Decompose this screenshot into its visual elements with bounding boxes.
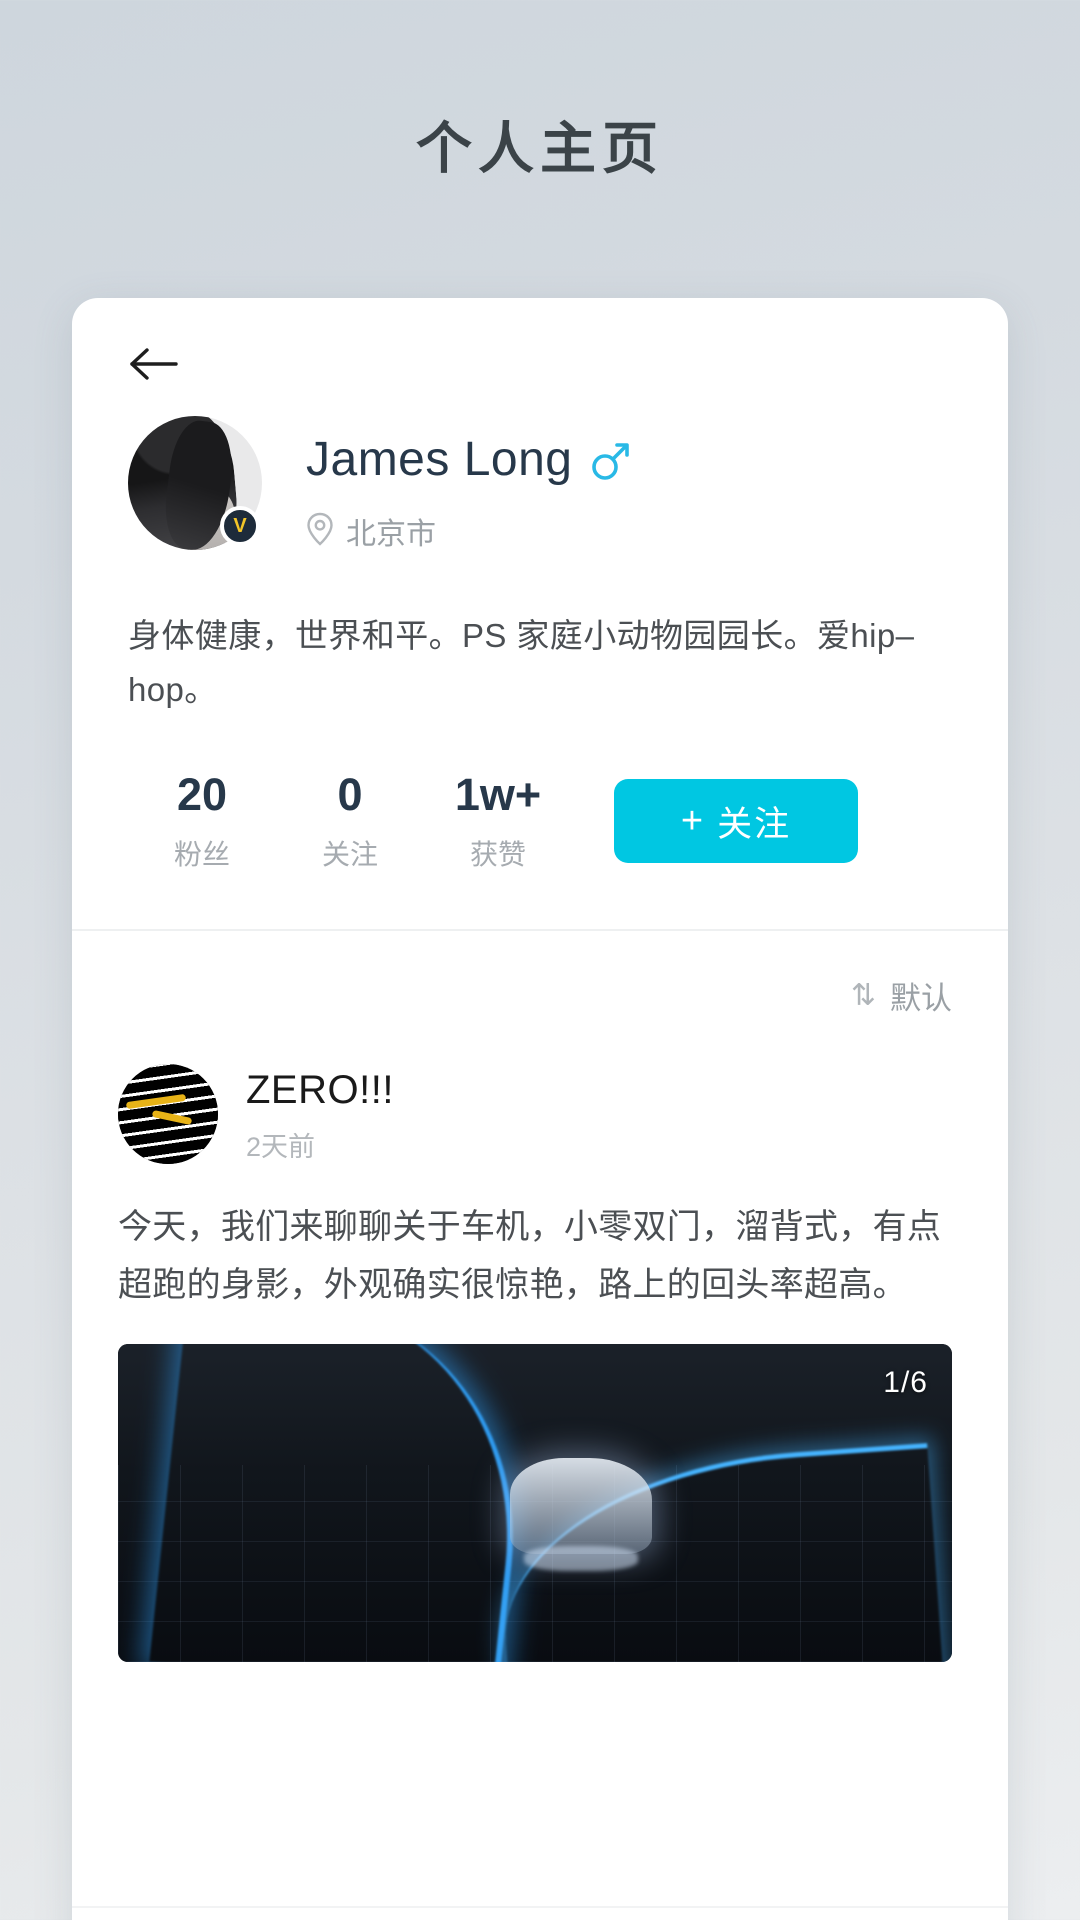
sort-label: 默认: [890, 981, 952, 1016]
verified-badge: V: [220, 506, 260, 546]
stat-followers[interactable]: 20 粉丝: [128, 769, 276, 873]
stat-label: 关注: [321, 839, 378, 870]
follow-button[interactable]: + 关注: [614, 779, 858, 863]
sort-arrows-icon: ⇅: [850, 979, 876, 1012]
male-gender-icon: [589, 437, 631, 483]
location-row: 北京市: [306, 509, 631, 553]
plus-icon: +: [680, 799, 706, 842]
stat-value: 20: [176, 769, 228, 820]
nav-bar: [72, 298, 1008, 386]
stat-likes[interactable]: 1w+ 获赞: [424, 769, 572, 873]
stat-label: 获赞: [469, 839, 526, 870]
location-text: 北京市: [346, 518, 436, 551]
stat-value: 1w+: [454, 769, 542, 820]
post-body-text: 今天，我们来聊聊关于车机，小零双门，溜背式，有点超跑的身影，外观确实很惊艳，路上…: [118, 1208, 942, 1304]
location-pin-icon: [306, 512, 334, 551]
profile-name: James Long: [306, 433, 573, 486]
name-row: James Long: [306, 432, 631, 487]
arrow-left-icon: [130, 348, 178, 380]
post-item: ZERO!!! 2天前 今天，我们来聊聊关于车机，小零双门，溜背式，有点超跑的身…: [72, 1018, 1008, 1662]
profile-header: V James Long 北京市: [72, 386, 1008, 553]
car-image: [509, 1458, 652, 1554]
media-counter: 1/6: [883, 1366, 928, 1399]
page-title: 个人主页: [416, 117, 664, 180]
back-button[interactable]: [128, 342, 184, 386]
avatar[interactable]: V: [128, 416, 262, 550]
follow-button-label: 关注: [717, 804, 792, 844]
post-header: ZERO!!! 2天前: [118, 1064, 952, 1164]
profile-card: V James Long 北京市 身体健康，世界和平。PS 家庭小动物园园长。爱…: [72, 298, 1008, 1920]
sort-button[interactable]: ⇅ 默认: [851, 973, 952, 1018]
profile-info: James Long 北京市: [306, 416, 631, 553]
sort-row: ⇅ 默认: [72, 931, 1008, 1018]
profile-stats: 20 粉丝 0 关注 1w+ 获赞 + 关注: [128, 769, 952, 873]
stat-following[interactable]: 0 关注: [276, 769, 424, 873]
stat-label: 粉丝: [173, 839, 230, 870]
post-media[interactable]: 1/6: [118, 1344, 952, 1662]
post-meta: ZERO!!! 2天前: [246, 1064, 394, 1164]
post-actions: 68 68: [72, 1906, 1008, 1920]
post-author-name: ZERO!!!: [246, 1068, 394, 1112]
post-timestamp: 2天前: [246, 1132, 316, 1162]
profile-bio: 身体健康，世界和平。PS 家庭小动物园园长。爱hip–hop。: [128, 617, 915, 708]
stat-value: 0: [337, 769, 363, 820]
post-author-avatar[interactable]: [118, 1064, 218, 1164]
